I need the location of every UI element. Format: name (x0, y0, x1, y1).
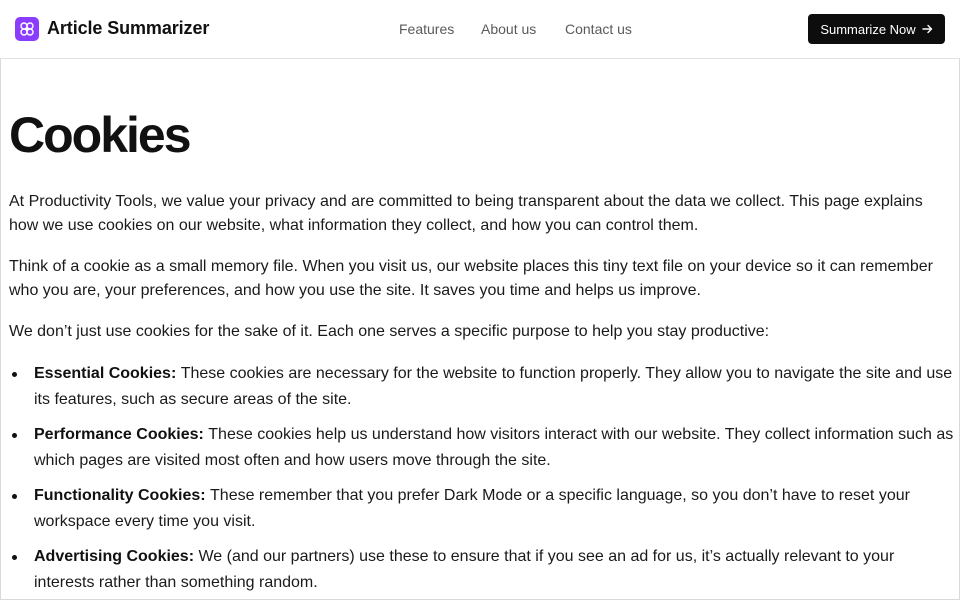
nav-link-about-us[interactable]: About us (481, 20, 565, 38)
cookie-type-name: Advertising Cookies: (34, 548, 199, 565)
brand[interactable]: Article Summarizer (15, 16, 209, 41)
main-content: Cookies At Productivity Tools, we value … (9, 100, 954, 600)
nav-links: Features About us Contact us (399, 20, 632, 38)
cookie-type-name: Functionality Cookies: (34, 487, 211, 504)
list-item: Performance Cookies: These cookies help … (9, 422, 954, 474)
bullet (12, 433, 17, 438)
intro-paragraph: At Productivity Tools, we value your pri… (9, 193, 923, 234)
bullet (12, 555, 17, 560)
list-item: Essential Cookies: These cookies are nec… (9, 361, 954, 413)
brain-icon (15, 16, 39, 41)
cookie-type-name: Essential Cookies: (34, 365, 181, 382)
bullet (12, 372, 17, 377)
cookie-purpose-paragraph: We don’t just use cookies for the sake o… (9, 323, 770, 340)
arrow-right-icon (921, 22, 933, 37)
cookie-type-name: Performance Cookies: (34, 426, 209, 443)
cookie-types-list: Essential Cookies: These cookies are nec… (9, 361, 954, 596)
summarize-now-button[interactable]: Summarize Now (808, 14, 945, 44)
brand-name: Article Summarizer (47, 18, 210, 38)
bullet (12, 494, 17, 499)
nav-link-features[interactable]: Features (399, 20, 481, 38)
cookie-definition-paragraph: Think of a cookie as a small memory file… (9, 258, 933, 299)
list-item: Advertising Cookies: We (and our partner… (9, 544, 954, 596)
list-item: Functionality Cookies: These remember th… (9, 483, 954, 535)
page-title: Cookies (9, 107, 192, 163)
nav-link-contact-us[interactable]: Contact us (565, 20, 632, 38)
navbar: Article Summarizer Features About us Con… (0, 0, 960, 59)
summarize-now-label: Summarize Now (820, 21, 916, 37)
